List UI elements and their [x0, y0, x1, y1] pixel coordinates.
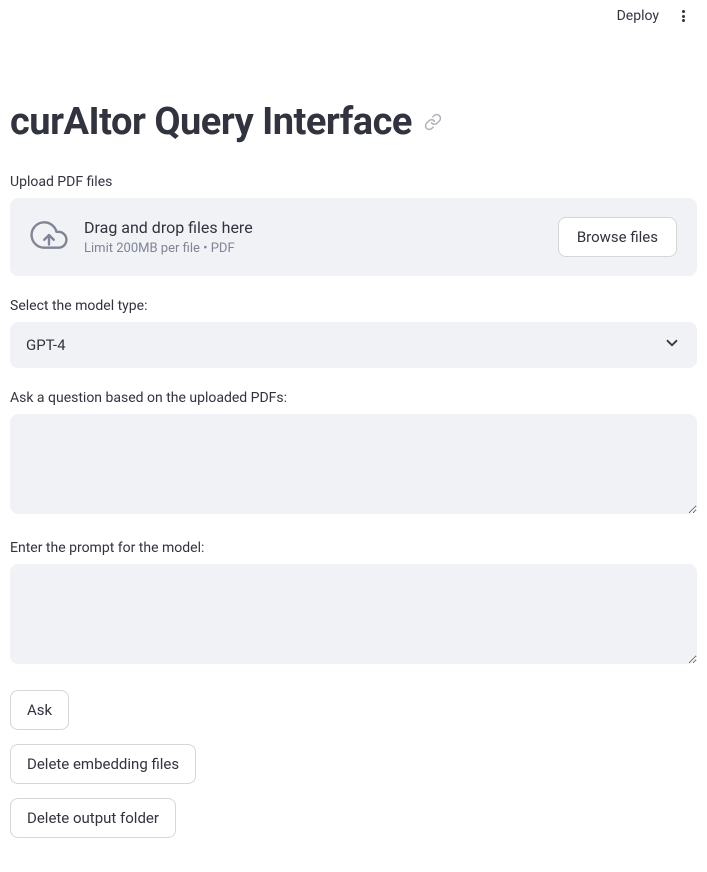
- uploader-main-text: Drag and drop files here: [84, 218, 542, 237]
- prompt-label: Enter the prompt for the model:: [10, 540, 697, 556]
- model-select[interactable]: GPT-4: [10, 322, 697, 368]
- browse-files-button[interactable]: Browse files: [558, 217, 677, 257]
- ask-button[interactable]: Ask: [10, 690, 69, 730]
- delete-embedding-button[interactable]: Delete embedding files: [10, 744, 196, 784]
- main-content: curAItor Query Interface Upload PDF file…: [0, 32, 707, 872]
- upload-label: Upload PDF files: [10, 174, 697, 190]
- more-vertical-icon[interactable]: [675, 8, 691, 24]
- prompt-input[interactable]: [10, 564, 697, 664]
- cloud-upload-icon: [30, 216, 68, 258]
- question-label: Ask a question based on the uploaded PDF…: [10, 390, 697, 406]
- deploy-button[interactable]: Deploy: [617, 8, 659, 24]
- model-select-value: GPT-4: [26, 336, 66, 354]
- chevron-down-icon: [663, 334, 681, 356]
- link-icon[interactable]: [424, 113, 442, 131]
- page-title: curAItor Query Interface: [10, 100, 412, 144]
- uploader-text: Drag and drop files here Limit 200MB per…: [84, 218, 542, 256]
- question-input[interactable]: [10, 414, 697, 514]
- file-uploader[interactable]: Drag and drop files here Limit 200MB per…: [10, 198, 697, 276]
- uploader-sub-text: Limit 200MB per file • PDF: [84, 241, 542, 256]
- model-select-label: Select the model type:: [10, 298, 697, 314]
- topbar: Deploy: [0, 0, 707, 32]
- title-row: curAItor Query Interface: [10, 100, 697, 144]
- delete-output-button[interactable]: Delete output folder: [10, 798, 176, 838]
